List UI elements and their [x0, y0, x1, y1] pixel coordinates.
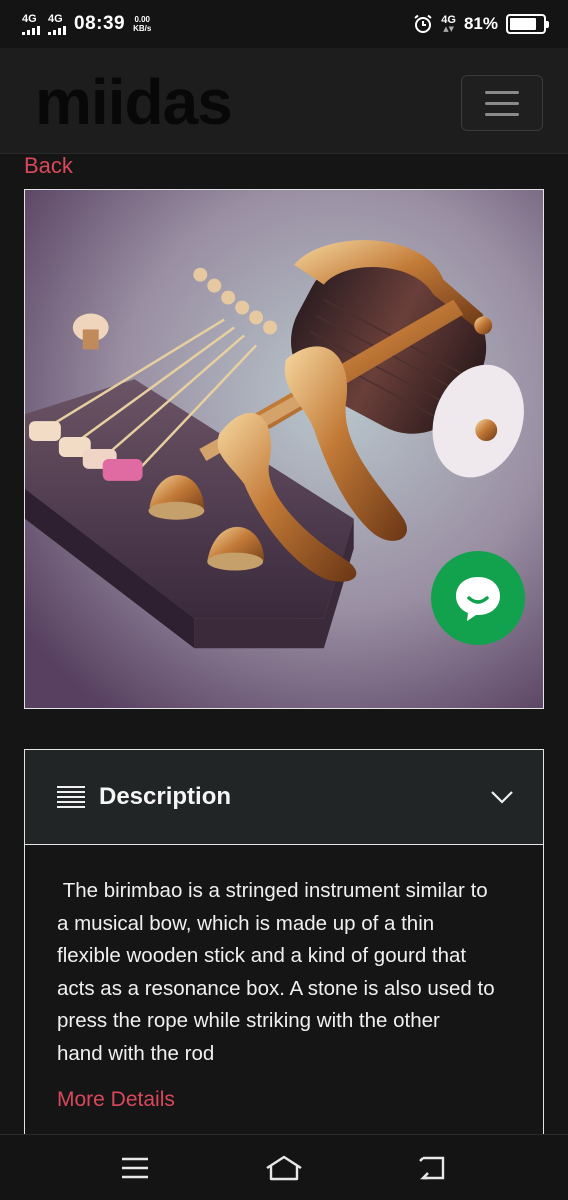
- chevron-down-icon[interactable]: [491, 786, 513, 808]
- home-icon: [266, 1155, 302, 1180]
- description-title: Description: [99, 783, 232, 810]
- menu-icon: [121, 1157, 148, 1178]
- back-button[interactable]: [409, 1148, 457, 1188]
- app-header: miidas: [0, 48, 568, 154]
- network-type-2: 4G: [48, 12, 63, 25]
- chat-bubble-icon: [456, 577, 500, 621]
- back-link[interactable]: Back: [24, 151, 73, 181]
- status-right: 4G ▲▼ 81%: [413, 14, 549, 34]
- clock: 08:39: [74, 13, 126, 34]
- network-type-1: 4G: [22, 12, 37, 25]
- status-left: 4G 4G 08:39 0.00 KB/s: [22, 13, 151, 35]
- battery-percent: 81%: [463, 14, 498, 33]
- mobile-data-icon: 4G ▲▼: [441, 14, 456, 33]
- text-lines-icon: [57, 786, 85, 808]
- hamburger-menu-button[interactable]: [461, 75, 543, 131]
- more-details-link[interactable]: More Details: [25, 1088, 543, 1112]
- description-header[interactable]: Description: [25, 750, 543, 845]
- recent-apps-button[interactable]: [111, 1148, 159, 1188]
- hamburger-icon: [485, 90, 519, 94]
- speed-unit: KB/s: [133, 24, 152, 33]
- status-bar: 4G 4G 08:39 0.00 KB/s 4G ▲▼ 81%: [0, 0, 568, 48]
- description-text: The birimbao is a stringed instrument si…: [57, 879, 495, 1065]
- back-icon: [419, 1156, 445, 1179]
- alarm-icon: [414, 14, 432, 33]
- network-speed: 0.00 KB/s: [133, 15, 151, 33]
- battery-icon: [506, 14, 549, 34]
- logo[interactable]: miidas: [35, 70, 233, 134]
- signal-icon: 4G: [48, 12, 66, 35]
- signal-icon: 4G: [22, 12, 40, 35]
- description-section: Description The birimbao is a stringed i…: [24, 749, 544, 1149]
- home-button[interactable]: [260, 1148, 308, 1188]
- speed-value: 0.00: [134, 15, 151, 24]
- system-nav-bar: [0, 1134, 568, 1200]
- chat-button[interactable]: [431, 551, 525, 645]
